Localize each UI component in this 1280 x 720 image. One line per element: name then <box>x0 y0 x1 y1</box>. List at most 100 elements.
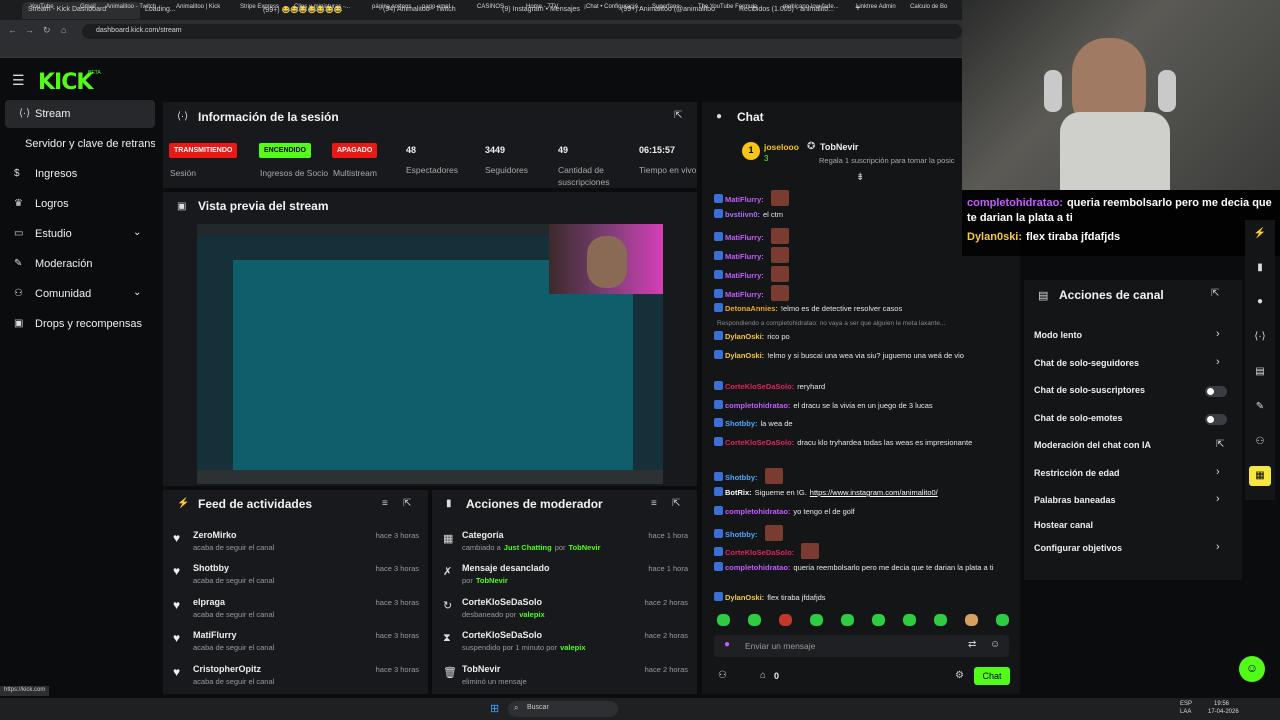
toggle-switch[interactable] <box>1205 386 1227 397</box>
chat-username[interactable]: Shotbby: <box>725 419 758 428</box>
popout-icon[interactable]: ⇱ <box>403 498 411 509</box>
toggle-switch[interactable] <box>1205 414 1227 425</box>
popout-icon[interactable]: ⇱ <box>674 110 682 121</box>
bookmark-item[interactable]: Gmail <box>80 4 96 10</box>
emote-icon[interactable] <box>903 614 916 626</box>
bookmark-item[interactable]: página sorteos <box>372 4 411 10</box>
chat-username[interactable]: DetonaAnnies: <box>725 304 778 313</box>
chat-username[interactable]: CorteKloSeDaSolo: <box>725 548 794 557</box>
windows-icon[interactable]: ⊞ <box>490 702 499 715</box>
sidebar-item[interactable]: ▭ Estudio ⌄ <box>0 220 155 248</box>
chat-username[interactable]: bvstiivn0: <box>725 210 760 219</box>
chat-username[interactable]: Shotbby: <box>725 473 758 482</box>
chat-username[interactable]: MatiFlurry: <box>725 271 764 280</box>
chevron-right-icon[interactable]: › <box>1216 356 1220 368</box>
emote-icon[interactable] <box>717 614 730 626</box>
chat-input[interactable]: ● Enviar un mensaje ⇄ ☺ <box>714 635 1009 657</box>
filter-icon[interactable]: ≡ <box>382 498 388 509</box>
sidebar-item[interactable]: ✎ Moderación <box>0 250 155 278</box>
emote-icon[interactable] <box>934 614 947 626</box>
calendar-icon[interactable]: ▦ <box>1249 466 1271 486</box>
chat-send-button[interactable]: Chat <box>974 667 1010 685</box>
channel-action-label[interactable]: Palabras baneadas <box>1034 495 1116 505</box>
chat-username[interactable]: BotRix: <box>725 488 752 497</box>
wrench-icon[interactable]: ✎ <box>1249 397 1271 417</box>
url-bar[interactable]: dashboard.kick.com/stream <box>82 24 962 39</box>
bookmark-item[interactable]: ¡Chat • Configuració... <box>584 4 643 10</box>
bookmark-item[interactable]: mohicano-low-fade... <box>783 4 839 10</box>
taskbar-search[interactable]: ⌕ Buscar <box>508 701 618 717</box>
menu-icon[interactable]: ☰ <box>12 72 25 89</box>
channel-action-label[interactable]: Chat de solo-suscriptores <box>1034 385 1145 395</box>
bookmark-item[interactable]: The YouTube Formula <box>698 4 757 10</box>
chat-username[interactable]: completohidratao: <box>725 401 790 410</box>
ops-icon[interactable]: ⚇ <box>718 670 727 681</box>
reload-icon[interactable]: ↻ <box>43 25 51 36</box>
emote-icon[interactable] <box>841 614 854 626</box>
translate-icon[interactable]: ⇄ <box>968 639 976 650</box>
stream-preview-video[interactable] <box>197 224 663 484</box>
emote-icon[interactable] <box>872 614 885 626</box>
chat-icon[interactable]: ● <box>1249 292 1271 312</box>
channel-action-label[interactable]: Restricción de edad <box>1034 468 1120 478</box>
home-icon[interactable]: ⌂ <box>61 25 66 35</box>
chat-link[interactable]: https://www.instagram.com/animalito0/ <box>810 488 938 497</box>
sidebar-item[interactable]: ♛ Logros <box>0 190 155 218</box>
bookmark-item[interactable]: Calculo de Bo <box>910 4 947 10</box>
chevron-right-icon[interactable]: › <box>1216 466 1220 478</box>
bookmark-item[interactable]: Animalitoo | Kick <box>176 4 220 10</box>
phone-icon[interactable]: ▮ <box>1249 258 1271 278</box>
emoji-icon[interactable]: ☺ <box>990 639 1000 650</box>
chat-username[interactable]: CorteKloSeDaSolo: <box>725 382 794 391</box>
sidebar-item[interactable]: $ Ingresos <box>0 160 155 188</box>
chat-username[interactable]: MatiFlurry: <box>725 195 764 204</box>
chat-username[interactable]: completohidratao: <box>725 563 790 572</box>
emote-icon[interactable] <box>996 614 1009 626</box>
popout-icon[interactable]: ⇱ <box>1211 288 1219 299</box>
bookmark-item[interactable]: CASINOS <box>477 4 504 10</box>
popout-icon[interactable]: ⇱ <box>672 498 680 509</box>
sidebar-item[interactable]: ⚇ Comunidad ⌄ <box>0 280 155 308</box>
chat-username[interactable]: CorteKloSeDaSolo: <box>725 438 794 447</box>
bookmark-item[interactable]: Clips y miniaturas -... <box>294 4 350 10</box>
support-icon[interactable]: ☺ <box>1239 656 1265 682</box>
forward-icon[interactable]: → <box>25 25 34 35</box>
chat-username[interactable]: MatiFlurry: <box>725 233 764 242</box>
emote-icon[interactable] <box>965 614 978 626</box>
emote-icon[interactable] <box>810 614 823 626</box>
emote-icon[interactable] <box>779 614 792 626</box>
chat-username[interactable]: MatiFlurry: <box>725 252 764 261</box>
emote-icon[interactable] <box>748 614 761 626</box>
tools-icon[interactable]: ▤ <box>1249 362 1271 382</box>
bookmark-item[interactable]: YouTube <box>30 4 54 10</box>
back-icon[interactable]: ← <box>8 25 17 35</box>
chat-username[interactable]: DylanOski: <box>725 332 764 341</box>
channel-action-label[interactable]: Hostear canal <box>1034 520 1093 530</box>
chat-username[interactable]: DylanOski: <box>725 593 764 602</box>
pin-collapse-icon[interactable]: ⇟ <box>856 172 864 183</box>
sidebar-item[interactable]: ⟨·⟩ Stream <box>5 100 155 128</box>
chevron-right-icon[interactable]: › <box>1216 541 1220 553</box>
chat-username[interactable]: DylanOski: <box>725 351 764 360</box>
chat-username[interactable]: Shotbby: <box>725 530 758 539</box>
bookmark-item[interactable]: Stripe Express <box>240 4 279 10</box>
signal-icon[interactable]: ⟨·⟩ <box>1249 327 1271 347</box>
chevron-right-icon[interactable]: › <box>1216 493 1220 505</box>
community-icon[interactable]: ⚇ <box>1249 432 1271 452</box>
chat-username[interactable]: MatiFlurry: <box>725 290 764 299</box>
kick-logo[interactable]: KICK <box>38 70 93 95</box>
channel-action-label[interactable]: Chat de solo-emotes <box>1034 413 1123 423</box>
gear-icon[interactable]: ⚙ <box>955 670 964 681</box>
mic-icon[interactable]: ● <box>724 639 730 650</box>
chevron-right-icon[interactable]: › <box>1216 328 1220 340</box>
bookmark-item[interactable]: Superfans <box>652 4 679 10</box>
external-link-icon[interactable]: ⇱ <box>1216 439 1224 450</box>
channel-action-label[interactable]: Modo lento <box>1034 330 1082 340</box>
sidebar-item[interactable]: Servidor y clave de retransmisión <box>0 130 155 158</box>
bookmark-item[interactable]: Linktree Admin <box>856 4 896 10</box>
bookmark-item[interactable]: Animalitoo - Twitch <box>106 4 156 10</box>
bookmark-item[interactable]: pago emel <box>422 4 450 10</box>
sidebar-item[interactable]: ▣ Drops y recompensas <box>0 310 155 338</box>
filter-icon[interactable]: ≡ <box>651 498 657 509</box>
chat-username[interactable]: completohidratao: <box>725 507 790 516</box>
